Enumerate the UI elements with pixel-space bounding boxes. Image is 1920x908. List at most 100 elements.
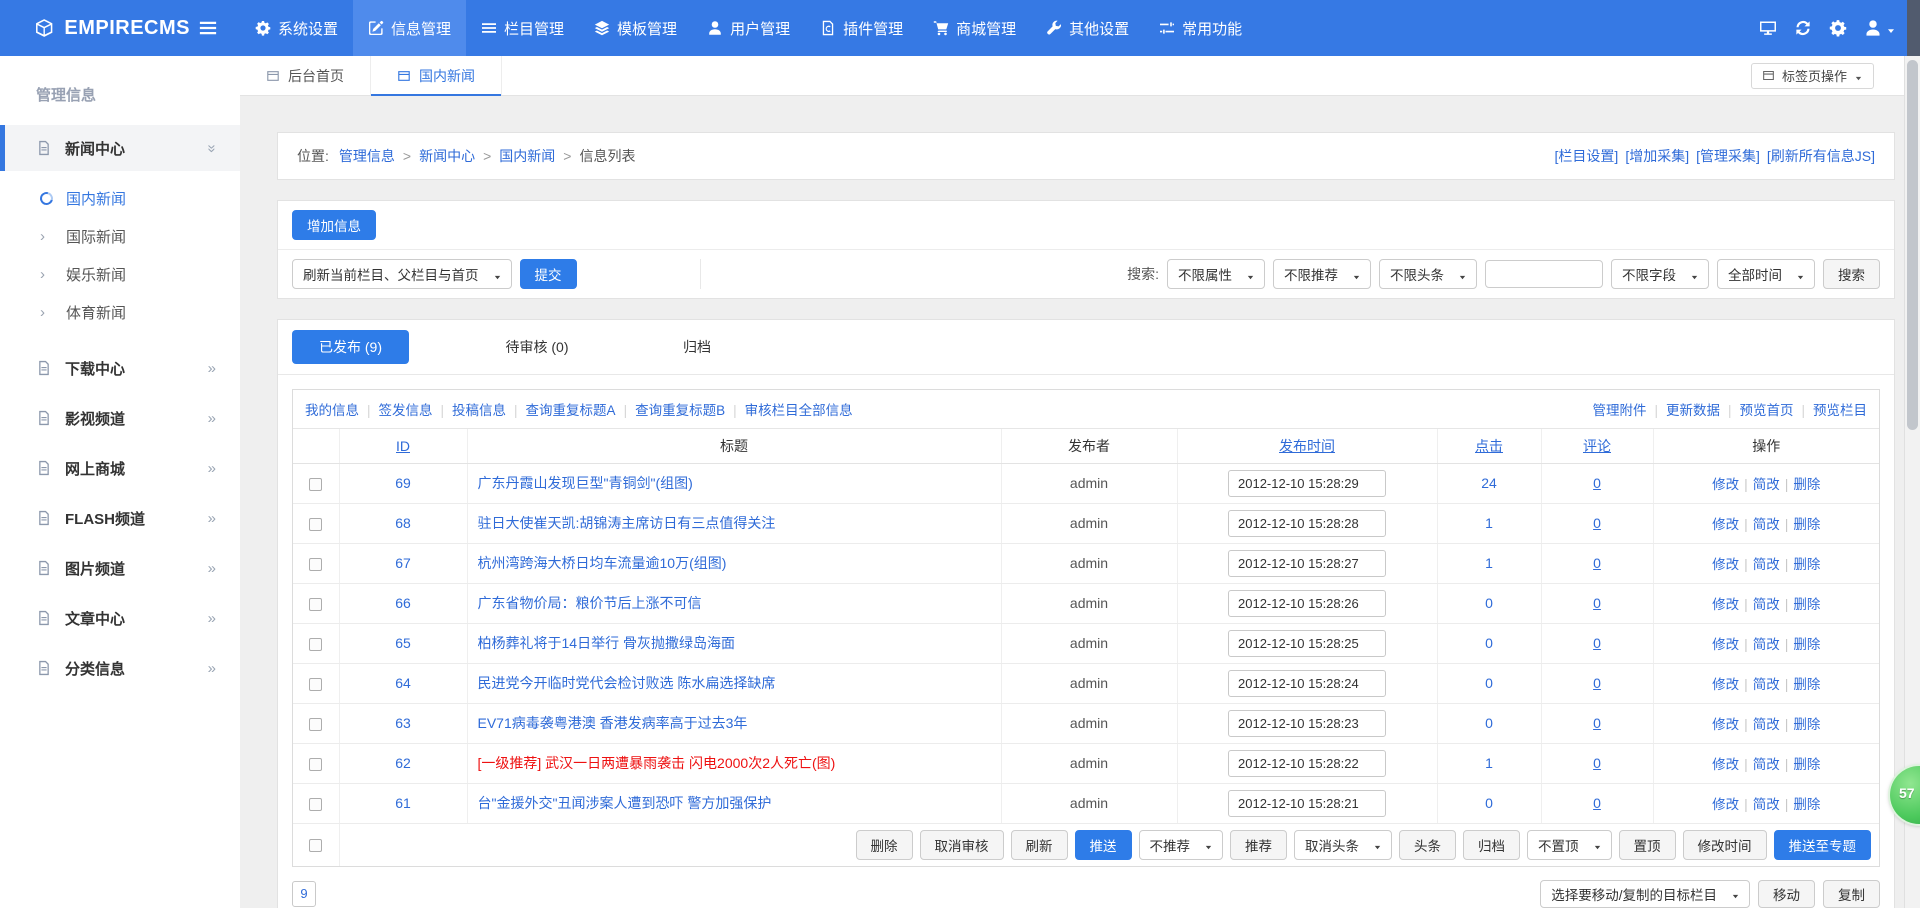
row-checkbox[interactable] [309,558,322,571]
row-action-删除[interactable]: 删除 [1793,637,1820,652]
publish-time-input[interactable] [1228,790,1386,817]
publish-time-input[interactable] [1228,470,1386,497]
navbar-item[interactable]: 模板管理 [579,0,692,56]
row-action-修改[interactable]: 修改 [1712,677,1739,692]
clicks-link[interactable]: 0 [1485,595,1493,611]
sidebar-section-网上商城[interactable]: 网上商城» [0,445,240,491]
navbar-item[interactable]: 系统设置 [240,0,353,56]
info-id-link[interactable]: 64 [395,675,411,691]
row-checkbox[interactable] [309,598,322,611]
info-title-link[interactable]: 武汉一日两遭暴雨袭击 闪电2000次2人死亡(图) [545,755,835,771]
sidebar-section-图片频道[interactable]: 图片频道» [0,545,240,591]
breadcrumb-国内新闻[interactable]: 国内新闻 [499,146,555,166]
breadcrumb-新闻中心[interactable]: 新闻中心 [419,146,475,166]
publish-time-input[interactable] [1228,510,1386,537]
filter-select-不限属性[interactable]: 不限属性 [1167,259,1265,289]
navbar-item[interactable]: 用户管理 [692,0,805,56]
refresh-scope-select[interactable]: 刷新当前栏目、父栏目与首页 [292,259,512,289]
info-id-link[interactable]: 69 [395,475,411,491]
row-action-修改[interactable]: 修改 [1712,757,1739,772]
sidebar-section-分类信息[interactable]: 分类信息» [0,645,240,691]
brand[interactable]: EMPIRECMS [0,16,190,40]
quick-link-查询重复标题A[interactable]: 查询重复标题A [526,403,616,418]
batch-button-置顶[interactable]: 置顶 [1619,830,1676,860]
row-checkbox[interactable] [309,678,322,691]
row-action-修改[interactable]: 修改 [1712,477,1739,492]
info-title-link[interactable]: 台"金援外交"丑闻涉案人遭到恐吓 警方加强保护 [478,795,772,811]
batch-button-头条[interactable]: 头条 [1399,830,1456,860]
copy-button[interactable]: 复制 [1823,880,1880,908]
gear-tool-button[interactable] [1829,19,1847,37]
submit-button[interactable]: 提交 [520,259,577,289]
batch-select-取消头条[interactable]: 取消头条 [1294,830,1392,860]
batch-button-取消审核[interactable]: 取消审核 [920,830,1004,860]
publish-time-input[interactable] [1228,750,1386,777]
sidebar-section-影视频道[interactable]: 影视频道» [0,395,240,441]
row-action-简改[interactable]: 简改 [1753,597,1780,612]
comments-link[interactable]: 0 [1593,675,1601,691]
quick-link-预览首页[interactable]: 预览首页 [1739,403,1793,418]
add-info-button[interactable]: 增加信息 [292,210,376,240]
refresh-tool-button[interactable] [1794,19,1812,37]
row-action-删除[interactable]: 删除 [1793,717,1820,732]
comments-link[interactable]: 0 [1593,755,1601,771]
info-id-link[interactable]: 61 [395,795,411,811]
comments-link[interactable]: 0 [1593,555,1601,571]
quick-link-[管理采集][interactable]: [管理采集] [1696,146,1760,166]
tab-后台首页[interactable]: 后台首页 [240,56,371,95]
sort-link-点击[interactable]: 点击 [1475,438,1503,454]
batch-select-不推荐[interactable]: 不推荐 [1139,830,1224,860]
clicks-link[interactable]: 1 [1485,555,1493,571]
info-title-link[interactable]: 杭州湾跨海大桥日均车流量逾10万(组图) [478,555,727,571]
row-action-简改[interactable]: 简改 [1753,677,1780,692]
info-id-link[interactable]: 67 [395,555,411,571]
row-checkbox[interactable] [309,798,322,811]
quick-link-[刷新所有信息JS][interactable]: [刷新所有信息JS] [1767,146,1875,166]
sidebar-toggle-button[interactable] [190,0,226,56]
publish-time-input[interactable] [1228,710,1386,737]
sidebar-section-下载中心[interactable]: 下载中心» [0,345,240,391]
row-action-修改[interactable]: 修改 [1712,797,1739,812]
status-tab-待审核 (0)[interactable]: 待审核 (0) [457,337,617,357]
row-action-简改[interactable]: 简改 [1753,717,1780,732]
batch-button-删除[interactable]: 删除 [856,830,913,860]
info-title-link[interactable]: EV71病毒袭粤港澳 香港发病率高于过去3年 [478,715,748,731]
tab-operations-button[interactable]: 标签页操作 [1751,63,1874,89]
info-id-link[interactable]: 63 [395,715,411,731]
sidebar-section-新闻中心[interactable]: 新闻中心» [0,125,240,171]
row-action-简改[interactable]: 简改 [1753,477,1780,492]
status-tab-归档[interactable]: 归档 [617,337,777,357]
clicks-link[interactable]: 1 [1485,755,1493,771]
filter-select-不限头条[interactable]: 不限头条 [1379,259,1477,289]
row-checkbox[interactable] [309,718,322,731]
quick-link-[增加采集][interactable]: [增加采集] [1625,146,1689,166]
row-action-简改[interactable]: 简改 [1753,557,1780,572]
batch-button-刷新[interactable]: 刷新 [1011,830,1068,860]
row-action-删除[interactable]: 删除 [1793,597,1820,612]
info-id-link[interactable]: 66 [395,595,411,611]
sidebar-item-娱乐新闻[interactable]: ›娱乐新闻 [0,255,240,293]
quick-link-投稿信息[interactable]: 投稿信息 [452,403,506,418]
scrollbar-thumb[interactable] [1907,60,1918,430]
row-checkbox[interactable] [309,518,322,531]
comments-link[interactable]: 0 [1593,475,1601,491]
clicks-link[interactable]: 0 [1485,795,1493,811]
row-action-修改[interactable]: 修改 [1712,717,1739,732]
clicks-link[interactable]: 0 [1485,715,1493,731]
batch-button-修改时间[interactable]: 修改时间 [1683,830,1767,860]
clicks-link[interactable]: 0 [1485,675,1493,691]
quick-link-更新数据[interactable]: 更新数据 [1666,403,1720,418]
row-action-修改[interactable]: 修改 [1712,597,1739,612]
batch-button-归档[interactable]: 归档 [1463,830,1520,860]
info-id-link[interactable]: 62 [395,755,411,771]
navbar-item[interactable]: 常用功能 [1144,0,1257,56]
sort-link-ID[interactable]: ID [396,438,410,454]
comments-link[interactable]: 0 [1593,595,1601,611]
navbar-item[interactable]: 插件管理 [805,0,918,56]
row-action-删除[interactable]: 删除 [1793,797,1820,812]
current-page-indicator[interactable]: 9 [292,881,316,907]
filter-select-全部时间[interactable]: 全部时间 [1717,259,1815,289]
publish-time-input[interactable] [1228,630,1386,657]
row-action-删除[interactable]: 删除 [1793,477,1820,492]
quick-link-[栏目设置][interactable]: [栏目设置] [1555,146,1619,166]
